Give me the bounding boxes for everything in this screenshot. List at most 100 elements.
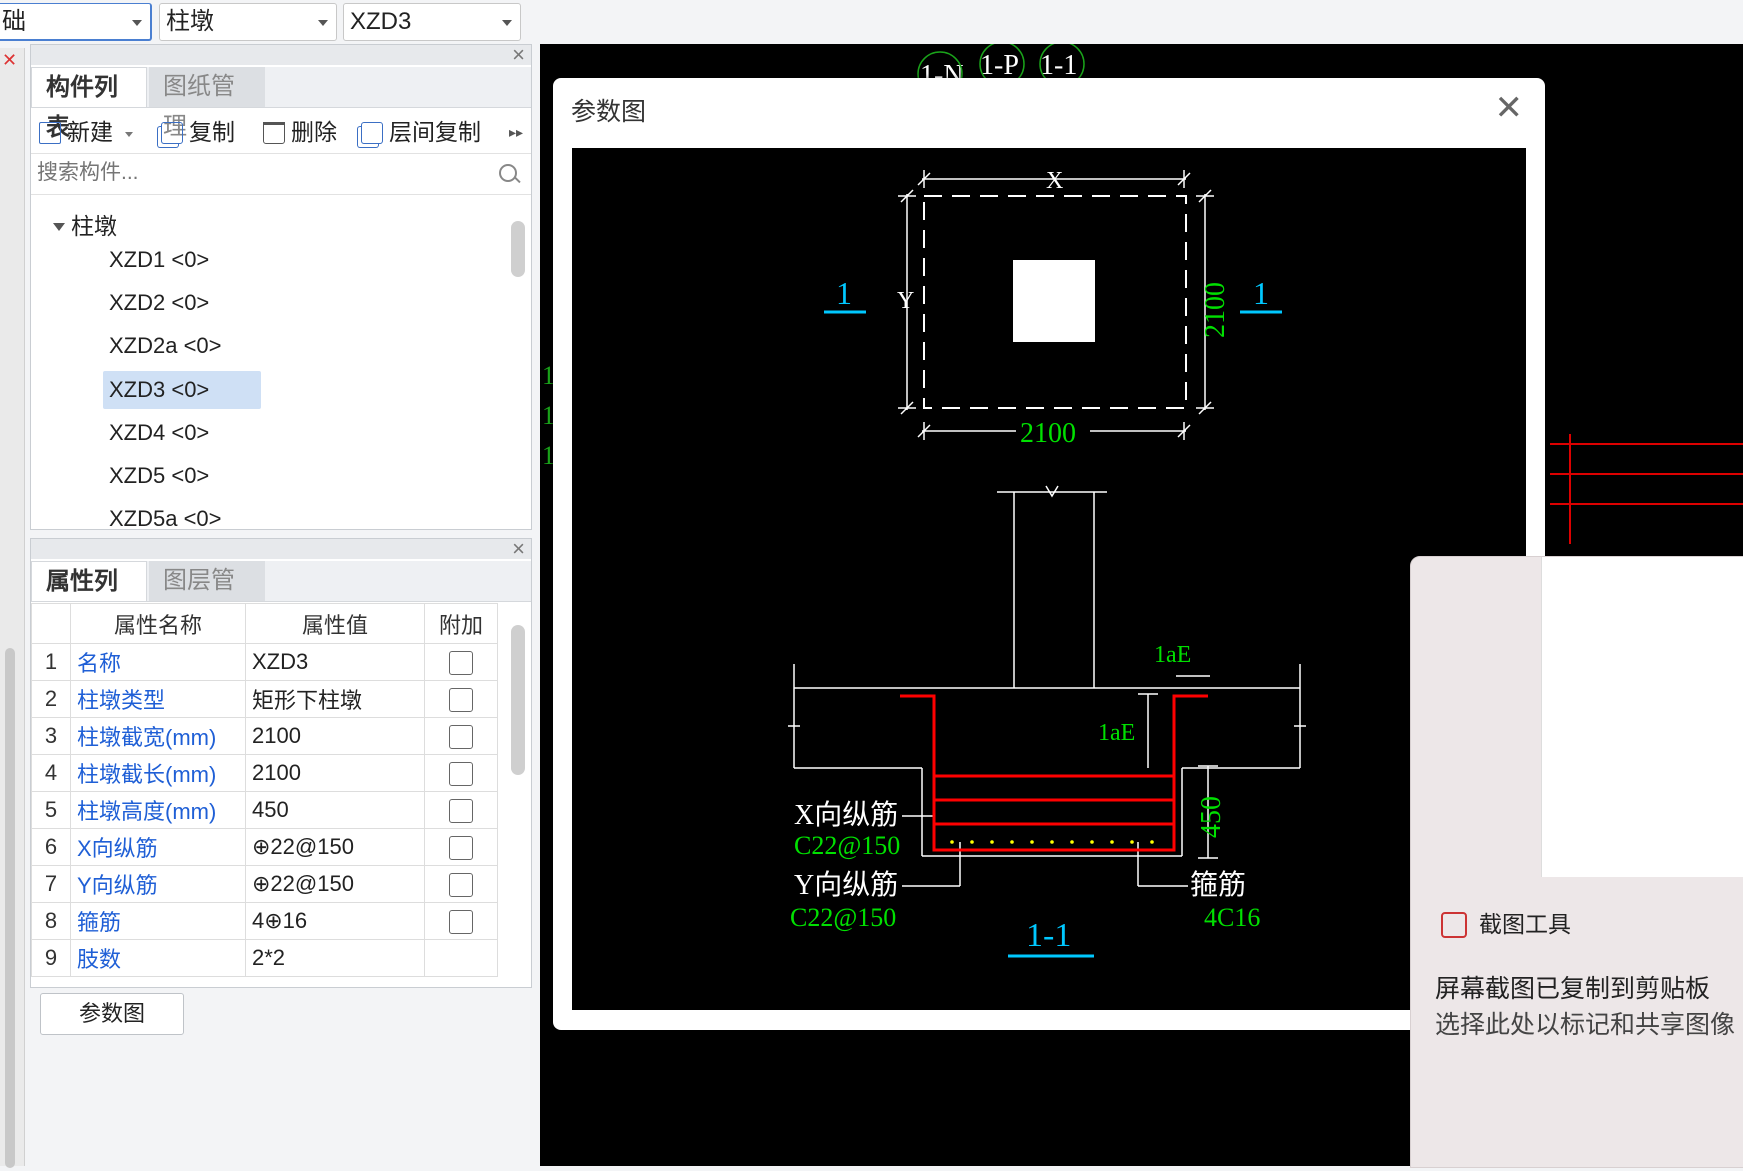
- row-number: 6: [31, 828, 71, 866]
- tree-item[interactable]: XZD5a <0>: [103, 500, 228, 528]
- property-scrollbar[interactable]: [511, 625, 525, 775]
- tree-scrollbar[interactable]: [511, 221, 525, 277]
- table-row[interactable]: 5 柱墩高度(mm) 450: [31, 791, 498, 829]
- tab-layer-management[interactable]: 图层管理: [149, 561, 265, 634]
- extra-cell: [424, 791, 498, 829]
- scissors-icon: [1441, 912, 1467, 938]
- copy-button[interactable]: 复制: [161, 117, 235, 147]
- close-icon[interactable]: ✕: [2, 50, 17, 71]
- extra-checkbox[interactable]: [449, 762, 473, 787]
- extra-checkbox[interactable]: [449, 688, 473, 713]
- extra-checkbox[interactable]: [449, 836, 473, 861]
- more-tools-icon[interactable]: ▸▸: [509, 117, 523, 147]
- column-header-name: 属性名称: [70, 603, 246, 644]
- dialog-title: 参数图: [571, 98, 647, 126]
- height-dimension-value: 450: [1196, 796, 1227, 838]
- screenshot-thumbnail[interactable]: [1541, 557, 1743, 877]
- tree-item[interactable]: XZD4 <0>: [103, 414, 215, 452]
- y-bar-label: Y向纵筋: [794, 869, 898, 901]
- x-bar-label: X向纵筋: [794, 799, 898, 831]
- property-name: 箍筋: [70, 902, 246, 940]
- new-button[interactable]: 新建: [39, 117, 134, 147]
- chevron-down-icon[interactable]: [125, 132, 134, 137]
- property-value[interactable]: 矩形下柱墩: [245, 680, 425, 718]
- search-icon[interactable]: [499, 164, 517, 182]
- close-icon[interactable]: ×: [512, 42, 525, 68]
- tree-item[interactable]: XZD1 <0>: [103, 241, 215, 279]
- delete-button[interactable]: 删除: [263, 117, 337, 147]
- table-row[interactable]: 7 Y向纵筋 ⊕22@150: [31, 865, 498, 903]
- tab-drawing-management[interactable]: 图纸管理: [149, 67, 265, 140]
- dimension-x-label: X: [1046, 168, 1063, 194]
- property-value[interactable]: ⊕22@150: [245, 865, 425, 903]
- extra-checkbox[interactable]: [449, 799, 473, 824]
- extra-cell: [424, 828, 498, 866]
- notification-hint: 选择此处以标记和共享图像: [1435, 1011, 1736, 1039]
- extra-checkbox[interactable]: [449, 651, 473, 676]
- top-toolbar: 础 柱墩 XZD3: [0, 0, 600, 46]
- column-section: [1013, 260, 1095, 342]
- row-number: 8: [31, 902, 71, 940]
- trash-icon: [263, 122, 285, 144]
- type-dropdown-value: 柱墩: [166, 8, 214, 35]
- table-row[interactable]: 4 柱墩截长(mm) 2100: [31, 754, 498, 792]
- tree-item-selected[interactable]: XZD3 <0>: [103, 371, 261, 409]
- floor-copy-label: 层间复制: [389, 119, 481, 145]
- tab-component-list[interactable]: 构件列表: [31, 67, 147, 141]
- expand-icon[interactable]: [53, 223, 65, 231]
- section-labels: 1aE 1aE 450 X向纵筋 C22@150 Y向纵筋 C22@150 箍筋…: [790, 642, 1260, 954]
- category-dropdown[interactable]: 础: [0, 3, 152, 41]
- row-number: 1: [31, 643, 71, 681]
- floor-copy-button[interactable]: 层间复制: [361, 117, 481, 147]
- copy-button-label: 复制: [189, 119, 235, 145]
- tree-root-label: 柱墩: [71, 213, 117, 239]
- property-value[interactable]: 2*2: [245, 939, 425, 977]
- extra-checkbox[interactable]: [449, 910, 473, 935]
- table-row[interactable]: 6 X向纵筋 ⊕22@150: [31, 828, 498, 866]
- tree-item[interactable]: XZD5 <0>: [103, 457, 215, 495]
- property-value[interactable]: 450: [245, 791, 425, 829]
- property-value[interactable]: 2100: [245, 717, 425, 755]
- extra-checkbox[interactable]: [449, 725, 473, 750]
- component-dropdown[interactable]: XZD3: [343, 3, 521, 41]
- chevron-down-icon: [318, 20, 328, 26]
- close-icon[interactable]: ×: [512, 539, 525, 562]
- tab-property-list[interactable]: 属性列表: [31, 561, 147, 635]
- extra-cell: [424, 643, 498, 681]
- panel-header: ×: [31, 42, 531, 68]
- cad-label: 1-P: [980, 50, 1019, 81]
- section-mark-left: 1: [836, 275, 852, 311]
- table-row[interactable]: 3 柱墩截宽(mm) 2100: [31, 717, 498, 755]
- property-value[interactable]: 4⊕16: [245, 902, 425, 940]
- snipping-notification[interactable]: 截图工具 屏幕截图已复制到剪贴板 选择此处以标记和共享图像: [1410, 556, 1743, 1168]
- table-row[interactable]: 8 箍筋 4⊕16: [31, 902, 498, 940]
- left-scrollbar[interactable]: [5, 648, 15, 1168]
- tree-root-pier[interactable]: 柱墩: [53, 207, 117, 241]
- notification-app-name: 截图工具: [1479, 911, 1571, 937]
- dimension-width-value: 2100: [1020, 418, 1076, 449]
- search-input[interactable]: [35, 154, 479, 192]
- property-value[interactable]: 2100: [245, 754, 425, 792]
- table-row[interactable]: 2 柱墩类型 矩形下柱墩: [31, 680, 498, 718]
- parameter-diagram-button[interactable]: 参数图: [40, 993, 184, 1035]
- extra-checkbox[interactable]: [449, 873, 473, 898]
- property-list-panel: × 属性列表 图层管理 属性名称 属性值 附加 1 名称 XZD3 2 柱墩类型…: [30, 538, 532, 988]
- type-dropdown[interactable]: 柱墩: [159, 3, 337, 41]
- close-icon[interactable]: ✕: [1495, 88, 1524, 128]
- dimension-y-label: Y: [897, 288, 914, 314]
- property-name: 肢数: [70, 939, 246, 977]
- tree-item[interactable]: XZD2 <0>: [103, 284, 215, 322]
- property-value[interactable]: XZD3: [245, 643, 425, 681]
- x-bar-spec: C22@150: [794, 831, 900, 860]
- extra-cell: [424, 680, 498, 718]
- chevron-down-icon: [132, 20, 142, 26]
- chevron-down-icon: [502, 20, 512, 26]
- cad-label: 1-1: [1040, 50, 1077, 81]
- drawing-svg: X Y 2100 2100 1 1 1aE 1aE 450 X向纵筋 C22@1…: [788, 168, 1306, 958]
- property-value[interactable]: ⊕22@150: [245, 828, 425, 866]
- table-row[interactable]: 9 肢数 2*2: [31, 939, 498, 977]
- tree-item[interactable]: XZD2a <0>: [103, 327, 228, 365]
- table-row[interactable]: 1 名称 XZD3: [31, 643, 498, 681]
- parameter-diagram-dialog: 参数图 ✕ X Y 2100 2100 1 1 1aE 1aE 450 X向纵筋…: [553, 78, 1545, 1030]
- panel-header: ×: [31, 539, 531, 562]
